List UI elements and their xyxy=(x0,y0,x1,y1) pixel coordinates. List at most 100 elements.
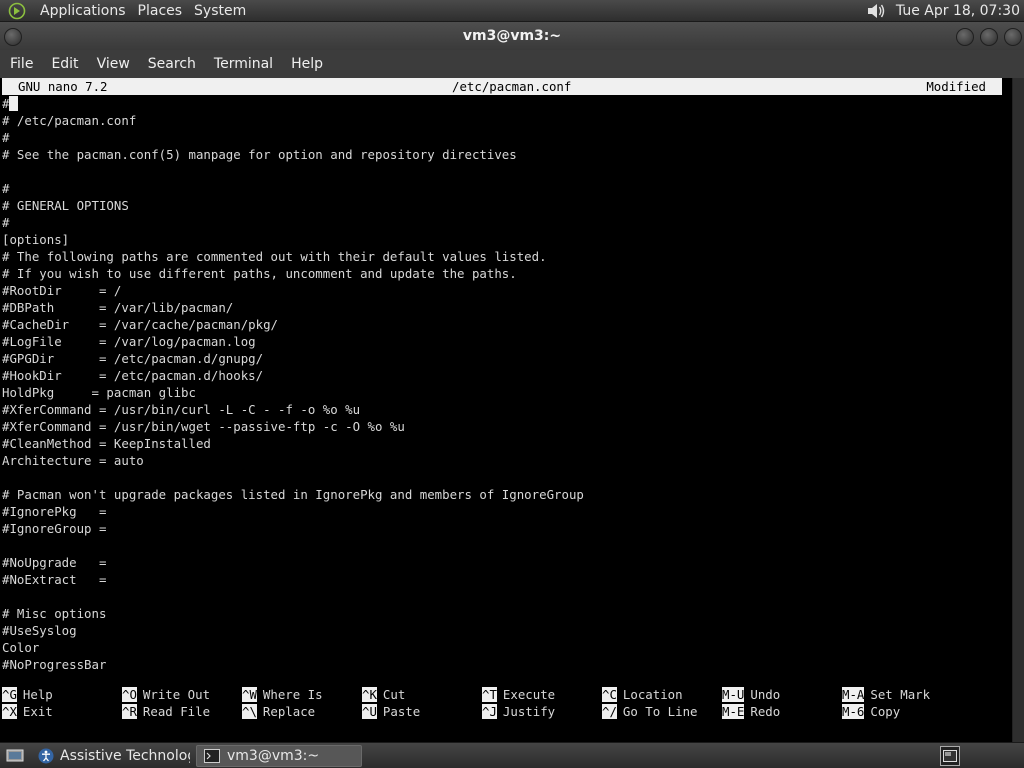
shortcut-item[interactable]: ^G Help xyxy=(2,686,53,703)
shortcut-label: Write Out xyxy=(142,687,211,702)
menu-terminal[interactable]: Terminal xyxy=(208,50,279,78)
shortcut-item[interactable]: M-E Redo xyxy=(722,703,780,720)
shortcut-key: ^J xyxy=(482,704,497,719)
menubar: File Edit View Search Terminal Help xyxy=(0,50,1024,78)
editor-line-text: # xyxy=(2,215,10,230)
editor-line-text: HoldPkg = pacman glibc xyxy=(2,385,196,400)
terminal-icon xyxy=(203,747,221,765)
taskbar-item-label: Assistive Technologi... xyxy=(60,747,190,764)
window-titlebar[interactable]: vm3@vm3:~ xyxy=(0,22,1024,50)
shortcut-label: Read File xyxy=(142,704,211,719)
shortcut-item[interactable]: ^T Execute xyxy=(482,686,555,703)
applications-menu[interactable]: Applications xyxy=(34,0,132,22)
shortcut-item[interactable]: ^X Exit xyxy=(2,703,53,720)
editor-line-text: #IgnoreGroup = xyxy=(2,521,107,536)
shortcut-item[interactable]: ^J Justify xyxy=(482,703,555,720)
menu-view[interactable]: View xyxy=(91,50,136,78)
text-cursor xyxy=(9,96,19,111)
editor-line-text: #UseSyslog xyxy=(2,623,77,638)
editor-line: #LogFile = /var/log/pacman.log xyxy=(2,333,1002,350)
editor-line: # Misc options xyxy=(2,605,1002,622)
editor-line-text: #DBPath = /var/lib/pacman/ xyxy=(2,300,234,315)
close-button[interactable] xyxy=(1004,28,1022,46)
clock[interactable]: Tue Apr 18, 07:30 xyxy=(890,3,1024,19)
editor-line-text: # xyxy=(2,181,10,196)
bottom-panel: Assistive Technologi... vm3@vm3:~ xyxy=(0,742,1024,768)
shortcut-key: M-U xyxy=(722,687,745,702)
shortcut-key: ^R xyxy=(122,704,137,719)
editor-line: #RootDir = / xyxy=(2,282,1002,299)
gnome-foot-icon[interactable] xyxy=(6,0,28,22)
editor-line: #NoExtract = xyxy=(2,571,1002,588)
places-menu[interactable]: Places xyxy=(132,0,189,22)
accessibility-icon xyxy=(38,747,54,765)
workspace-switcher-icon[interactable] xyxy=(940,745,960,766)
shortcut-item[interactable]: ^C Location xyxy=(602,686,683,703)
editor-line: # GENERAL OPTIONS xyxy=(2,197,1002,214)
editor-line: # /etc/pacman.conf xyxy=(2,112,1002,129)
editor-line: #NoUpgrade = xyxy=(2,554,1002,571)
shortcut-label: Copy xyxy=(870,704,901,719)
shortcut-item[interactable]: ^O Write Out xyxy=(122,686,210,703)
shortcut-item[interactable]: ^R Read File xyxy=(122,703,210,720)
editor-line: [options] xyxy=(2,231,1002,248)
menu-search[interactable]: Search xyxy=(142,50,202,78)
shortcut-label: Justify xyxy=(502,704,556,719)
editor-line: #CacheDir = /var/cache/pacman/pkg/ xyxy=(2,316,1002,333)
editor-line: # xyxy=(2,95,1002,112)
editor-line-text: # Pacman won't upgrade packages listed i… xyxy=(2,487,584,502)
menu-edit[interactable]: Edit xyxy=(45,50,84,78)
shortcut-label: Help xyxy=(22,687,53,702)
shortcut-label: Set Mark xyxy=(870,687,931,702)
minimize-button[interactable] xyxy=(956,28,974,46)
editor-line: # See the pacman.conf(5) manpage for opt… xyxy=(2,146,1002,163)
show-desktop-icon[interactable] xyxy=(4,745,26,767)
shortcut-key: ^\ xyxy=(242,704,257,719)
menu-help[interactable]: Help xyxy=(285,50,329,78)
taskbar-item-terminal[interactable]: vm3@vm3:~ xyxy=(196,744,362,767)
editor-line: #CleanMethod = KeepInstalled xyxy=(2,435,1002,452)
shortcut-item[interactable]: ^W Where Is xyxy=(242,686,323,703)
shortcut-item[interactable]: ^\ Replace xyxy=(242,703,315,720)
shortcut-item[interactable]: M-U Undo xyxy=(722,686,780,703)
shortcut-item[interactable]: M-6 Copy xyxy=(842,703,900,720)
editor-line-text: # The following paths are commented out … xyxy=(2,249,547,264)
shortcut-label: Cut xyxy=(382,687,406,702)
editor-line: # The following paths are commented out … xyxy=(2,248,1002,265)
editor-line-text: #HookDir = /etc/pacman.d/hooks/ xyxy=(2,368,264,383)
editor-line-text: Architecture = auto xyxy=(2,453,144,468)
shortcut-key: M-E xyxy=(722,704,745,719)
shortcut-key: ^/ xyxy=(602,704,617,719)
taskbar-item-assistive[interactable]: Assistive Technologi... xyxy=(32,745,190,767)
editor-line-text: #GPGDir = /etc/pacman.d/gnupg/ xyxy=(2,351,264,366)
maximize-button[interactable] xyxy=(980,28,998,46)
shortcut-key: ^X xyxy=(2,704,17,719)
shortcut-item[interactable]: M-A Set Mark xyxy=(842,686,930,703)
terminal-area[interactable]: GNU nano 7.2 /etc/pacman.conf Modified #… xyxy=(0,78,1012,742)
editor-line-text: #XferCommand = /usr/bin/curl -L -C - -f … xyxy=(2,402,361,417)
editor-line-text: # xyxy=(2,130,10,145)
shortcut-item[interactable]: ^/ Go To Line xyxy=(602,703,698,720)
volume-icon[interactable] xyxy=(862,0,890,22)
editor-line: Color xyxy=(2,639,1002,656)
editor-line: #NoProgressBar xyxy=(2,656,1002,673)
system-menu[interactable]: System xyxy=(188,0,252,22)
nano-header: GNU nano 7.2 /etc/pacman.conf Modified xyxy=(2,78,1002,95)
menu-file[interactable]: File xyxy=(4,50,39,78)
shortcut-item[interactable]: ^U Paste xyxy=(362,703,420,720)
shortcut-key: ^W xyxy=(242,687,257,702)
terminal-scrollbar[interactable] xyxy=(1012,78,1024,742)
window-menu-button[interactable] xyxy=(4,28,22,46)
editor-buffer[interactable]: # # /etc/pacman.conf # # See the pacman.co… xyxy=(2,95,1002,673)
shortcut-label: Location xyxy=(622,687,683,702)
editor-line-text: # See the pacman.conf(5) manpage for opt… xyxy=(2,147,517,162)
shortcut-label: Replace xyxy=(262,704,316,719)
terminal-window: vm3@vm3:~ File Edit View Search Terminal… xyxy=(0,22,1024,742)
window-title: vm3@vm3:~ xyxy=(462,28,562,44)
shortcut-key: ^T xyxy=(482,687,497,702)
shortcut-item[interactable]: ^K Cut xyxy=(362,686,405,703)
editor-line: #XferCommand = /usr/bin/curl -L -C - -f … xyxy=(2,401,1002,418)
